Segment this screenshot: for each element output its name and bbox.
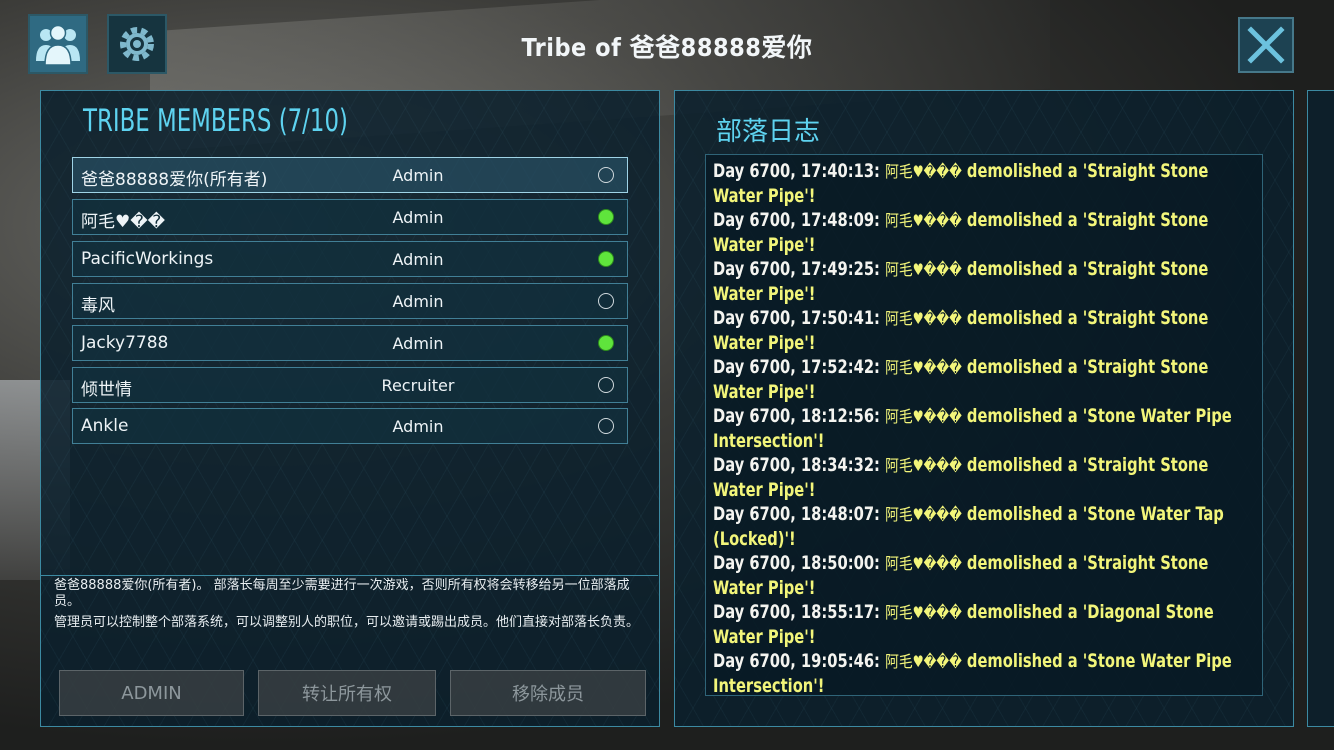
online-status-icon bbox=[598, 209, 614, 225]
close-x-icon bbox=[1247, 26, 1285, 64]
adjacent-panel-edge bbox=[1307, 90, 1334, 727]
log-actor: 阿毛♥��� bbox=[885, 505, 962, 524]
log-entry: Day 6700, 17:48:09: 阿毛♥��� demolished a … bbox=[713, 208, 1246, 257]
member-name: 倾世情 bbox=[81, 380, 132, 400]
log-timestamp: Day 6700, 17:49:25: bbox=[713, 258, 880, 280]
member-role: Admin bbox=[392, 334, 444, 353]
member-role: Recruiter bbox=[381, 376, 455, 395]
remove-member-button[interactable]: 移除成员 bbox=[450, 670, 646, 716]
log-entry: Day 6700, 17:50:41: 阿毛♥��� demolished a … bbox=[713, 306, 1246, 355]
owner-info-text: 爸爸88888爱你(所有者)。 部落长每周至少需要进行一次游戏，否则所有权将会转… bbox=[54, 578, 630, 609]
member-row[interactable]: 阿毛♥�� Admin bbox=[72, 199, 628, 235]
log-list: Day 6700, 17:40:13: 阿毛♥��� demolished a … bbox=[713, 159, 1253, 695]
member-row[interactable]: Jacky7788 Admin bbox=[72, 325, 628, 361]
log-entry: Day 6700, 18:50:00: 阿毛♥��� demolished a … bbox=[713, 551, 1246, 600]
member-role: Admin bbox=[392, 417, 444, 436]
members-panel-title: TRIBE MEMBERS (7/10) bbox=[83, 103, 348, 139]
member-name: Ankle bbox=[81, 416, 129, 436]
log-actor: 阿毛♥��� bbox=[885, 456, 962, 475]
online-status-icon bbox=[598, 251, 614, 267]
log-actor: 阿毛♥��� bbox=[885, 309, 962, 328]
window-title: Tribe of 爸爸88888爱你 bbox=[521, 33, 813, 62]
member-name: 阿毛♥�� bbox=[81, 212, 166, 232]
log-timestamp: Day 6700, 18:50:00: bbox=[713, 552, 880, 574]
offline-status-icon bbox=[598, 418, 614, 434]
member-row[interactable]: 爸爸88888爱你(所有者) Admin bbox=[72, 157, 628, 193]
member-name: Jacky7788 bbox=[81, 333, 169, 353]
offline-status-icon bbox=[598, 377, 614, 393]
log-entry: Day 6700, 18:34:32: 阿毛♥��� demolished a … bbox=[713, 453, 1246, 502]
log-entry: Day 6700, 18:12:56: 阿毛♥��� demolished a … bbox=[713, 404, 1246, 453]
member-role: Admin bbox=[392, 250, 444, 269]
member-name: 毒风 bbox=[81, 296, 115, 316]
log-timestamp: Day 6700, 17:52:42: bbox=[713, 356, 880, 378]
member-role: Admin bbox=[392, 292, 444, 311]
log-actor: 阿毛♥��� bbox=[885, 407, 962, 426]
log-entry: Day 6700, 19:05:46: 阿毛♥��� demolished a … bbox=[713, 649, 1246, 695]
online-status-icon bbox=[598, 335, 614, 351]
log-entry: Day 6700, 17:49:25: 阿毛♥��� demolished a … bbox=[713, 257, 1246, 306]
log-entry: Day 6700, 18:48:07: 阿毛♥��� demolished a … bbox=[713, 502, 1246, 551]
log-actor: 阿毛♥��� bbox=[885, 260, 962, 279]
tribe-log-panel: 部落日志 Day 6700, 17:40:13: 阿毛♥��� demolish… bbox=[674, 90, 1294, 727]
log-entry: Day 6700, 17:40:13: 阿毛♥��� demolished a … bbox=[713, 159, 1246, 208]
member-role: Admin bbox=[392, 166, 444, 185]
log-actor: 阿毛♥��� bbox=[885, 554, 962, 573]
log-actor: 阿毛♥��� bbox=[885, 603, 962, 622]
offline-status-icon bbox=[598, 293, 614, 309]
log-actor: 阿毛♥��� bbox=[885, 652, 962, 671]
divider bbox=[41, 575, 658, 576]
member-role: Admin bbox=[392, 208, 444, 227]
log-entry: Day 6700, 17:52:42: 阿毛♥��� demolished a … bbox=[713, 355, 1246, 404]
close-button[interactable] bbox=[1238, 17, 1294, 73]
log-timestamp: Day 6700, 18:48:07: bbox=[713, 503, 880, 525]
member-row[interactable]: PacificWorkings Admin bbox=[72, 241, 628, 277]
member-name: PacificWorkings bbox=[81, 249, 214, 269]
log-actor: 阿毛♥��� bbox=[885, 358, 962, 377]
log-scroll-area[interactable]: Day 6700, 17:40:13: 阿毛♥��� demolished a … bbox=[705, 154, 1263, 696]
member-row[interactable]: Ankle Admin bbox=[72, 408, 628, 444]
tribe-members-panel: TRIBE MEMBERS (7/10) 爸爸88888爱你(所有者) Admi… bbox=[40, 90, 660, 727]
log-actor: 阿毛♥��� bbox=[885, 211, 962, 230]
offline-status-icon bbox=[598, 167, 614, 183]
member-row[interactable]: 倾世情 Recruiter bbox=[72, 367, 628, 403]
member-name: 爸爸88888爱你(所有者) bbox=[81, 170, 268, 190]
log-actor: 阿毛♥��� bbox=[885, 162, 962, 181]
log-timestamp: Day 6700, 18:55:17: bbox=[713, 601, 880, 623]
admin-info-text: 管理员可以控制整个部落系统，可以调整别人的职位，可以邀请或踢出成员。他们直接对部… bbox=[54, 615, 640, 630]
log-timestamp: Day 6700, 17:48:09: bbox=[713, 209, 880, 231]
log-timestamp: Day 6700, 18:12:56: bbox=[713, 405, 880, 427]
log-timestamp: Day 6700, 17:50:41: bbox=[713, 307, 880, 329]
log-panel-title: 部落日志 bbox=[716, 117, 821, 147]
log-timestamp: Day 6700, 19:05:46: bbox=[713, 650, 880, 672]
log-timestamp: Day 6700, 18:34:32: bbox=[713, 454, 880, 476]
log-entry: Day 6700, 18:55:17: 阿毛♥��� demolished a … bbox=[713, 600, 1246, 649]
admin-button[interactable]: ADMIN bbox=[59, 670, 244, 716]
log-timestamp: Day 6700, 17:40:13: bbox=[713, 160, 880, 182]
transfer-ownership-button[interactable]: 转让所有权 bbox=[258, 670, 436, 716]
member-row[interactable]: 毒风 Admin bbox=[72, 283, 628, 319]
